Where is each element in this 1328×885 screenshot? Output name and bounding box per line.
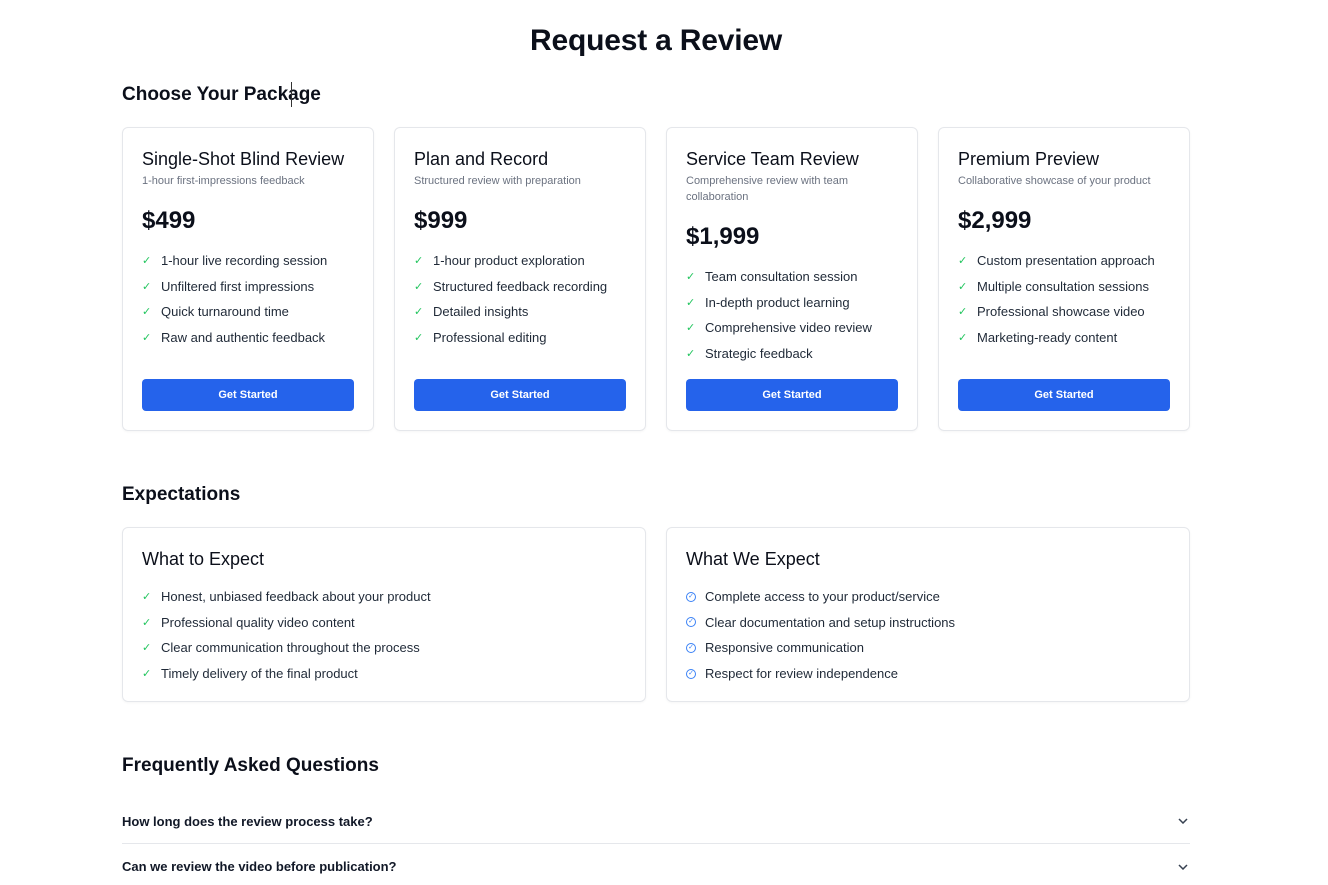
check-icon: ✓ bbox=[142, 591, 152, 604]
check-icon: ✓ bbox=[142, 642, 152, 655]
check-icon: ✓ bbox=[142, 306, 152, 319]
feature-list: ✓ Custom presentation approach ✓ Multiple … bbox=[958, 248, 1170, 350]
chevron-down-icon[interactable] bbox=[1178, 815, 1188, 827]
chevron-down-icon[interactable] bbox=[1178, 861, 1188, 873]
feature-list: ✓ 1-hour live recording session ✓ Unfilter… bbox=[142, 248, 354, 350]
expect-item: ✓ Timely delivery of the final product bbox=[142, 666, 358, 682]
package-price: $2,999 bbox=[958, 207, 1032, 234]
check-icon: ✓ bbox=[414, 280, 424, 293]
circle-check-icon: ✓ bbox=[686, 617, 705, 628]
feature-list: ✓ 1-hour product exploration ✓ Structured … bbox=[414, 248, 626, 350]
package-subtitle: Structured review with preparation bbox=[414, 175, 581, 187]
feature-item: ✓ Structured feedback recording bbox=[414, 278, 608, 294]
package-price: $499 bbox=[142, 207, 196, 234]
check-icon: ✓ bbox=[142, 668, 152, 681]
feature-list: ✓ Team consultation session ✓ In-depth pro… bbox=[686, 264, 898, 366]
requirement-item: ✓ Complete access to your product/service bbox=[686, 584, 1170, 610]
package-card-single-shot: Single-Shot Blind Review 1-hour first-im… bbox=[122, 127, 374, 431]
feature-item: ✓ Custom presentation approach bbox=[958, 253, 1155, 269]
feature-item: ✓ Professional showcase video bbox=[958, 304, 1145, 320]
feature-item: ✓ Raw and authentic feedback bbox=[142, 330, 326, 346]
check-icon: ✓ bbox=[414, 255, 424, 268]
feature-item: ✓ Detailed insights bbox=[414, 304, 529, 320]
package-cards: Single-Shot Blind Review 1-hour first-im… bbox=[122, 127, 1190, 431]
package-subtitle: Comprehensive review with team collabora… bbox=[686, 175, 849, 203]
check-icon: ✓ bbox=[958, 255, 968, 268]
feature-item: ✓ 1-hour product exploration bbox=[414, 253, 585, 269]
page-title: Request a Review bbox=[530, 24, 782, 57]
check-icon: ✓ bbox=[414, 332, 424, 345]
feature-item: ✓ 1-hour live recording session bbox=[142, 253, 328, 269]
get-started-button[interactable]: Get Started bbox=[414, 379, 626, 411]
check-icon: ✓ bbox=[958, 306, 968, 319]
check-icon: ✓ bbox=[686, 322, 696, 335]
package-name: Service Team Review bbox=[686, 149, 859, 169]
package-subtitle: Collaborative showcase of your product bbox=[958, 175, 1151, 187]
check-icon: ✓ bbox=[686, 296, 696, 309]
circle-check-icon: ✓ bbox=[686, 642, 705, 653]
get-started-button[interactable]: Get Started bbox=[142, 379, 354, 411]
feature-item: ✓ Team consultation session bbox=[686, 269, 858, 285]
feature-item: ✓ Marketing-ready content bbox=[958, 330, 1118, 346]
requirement-item: ✓ Responsive communication bbox=[686, 635, 1170, 661]
check-icon: ✓ bbox=[142, 255, 152, 268]
what-to-expect-card: What to Expect ✓ Honest, unbiased feedbac… bbox=[122, 527, 646, 702]
package-price: $1,999 bbox=[686, 223, 760, 250]
feature-item: ✓ Quick turnaround time bbox=[142, 304, 289, 320]
check-icon: ✓ bbox=[686, 271, 696, 284]
check-icon: ✓ bbox=[958, 332, 968, 345]
package-name: Premium Preview bbox=[958, 149, 1100, 169]
feature-item: ✓ In-depth product learning bbox=[686, 294, 850, 310]
package-subtitle: 1-hour first-impressions feedback bbox=[142, 175, 305, 187]
get-started-button[interactable]: Get Started bbox=[686, 379, 898, 411]
text-cursor bbox=[291, 82, 292, 107]
check-icon: ✓ bbox=[686, 348, 696, 361]
package-name: Plan and Record bbox=[414, 149, 549, 169]
what-we-expect-card: What We Expect ✓ Complete access to your … bbox=[666, 527, 1190, 702]
circle-check-icon: ✓ bbox=[686, 591, 705, 602]
requirement-item: ✓ Clear documentation and setup instructi… bbox=[686, 610, 1170, 636]
package-name: Single-Shot Blind Review bbox=[142, 149, 345, 169]
expect-item: ✓ Honest, unbiased feedback about your pr… bbox=[142, 589, 431, 605]
expectations-section-title: Expectations bbox=[122, 484, 241, 505]
circle-check-icon: ✓ bbox=[686, 668, 705, 679]
package-card-premium-preview: Premium Preview Collaborative showcase o… bbox=[938, 127, 1190, 431]
package-price: $999 bbox=[414, 207, 468, 234]
expect-item: ✓ Professional quality video content bbox=[142, 614, 355, 630]
feature-item: ✓ Professional editing bbox=[414, 330, 547, 346]
expect-list: ✓ Honest, unbiased feedback about your pr… bbox=[142, 584, 626, 686]
check-icon: ✓ bbox=[414, 306, 424, 319]
faq-question: How long does the review process take? bbox=[122, 813, 373, 829]
check-icon: ✓ bbox=[958, 280, 968, 293]
feature-item: ✓ Comprehensive video review bbox=[686, 320, 872, 336]
requirement-item: ✓ Respect for review independence bbox=[686, 661, 1170, 687]
feature-item: ✓ Strategic feedback bbox=[686, 346, 813, 362]
what-to-expect-title: What to Expect bbox=[142, 549, 265, 569]
check-icon: ✓ bbox=[142, 280, 152, 293]
check-icon: ✓ bbox=[142, 616, 152, 629]
package-card-plan-and-record: Plan and Record Structured review with p… bbox=[394, 127, 646, 431]
requirement-list: ✓ Complete access to your product/service… bbox=[686, 584, 1170, 686]
get-started-button[interactable]: Get Started bbox=[958, 379, 1170, 411]
faq-list: How long does the review process take? C… bbox=[122, 799, 1190, 885]
feature-item: ✓ Multiple consultation sessions bbox=[958, 278, 1149, 294]
faq-section-title: Frequently Asked Questions bbox=[122, 755, 379, 776]
faq-item[interactable]: Can we review the video before publicati… bbox=[122, 844, 1190, 885]
check-icon: ✓ bbox=[142, 332, 152, 345]
what-we-expect-title: What We Expect bbox=[686, 549, 820, 569]
faq-question: Can we review the video before publicati… bbox=[122, 859, 397, 874]
feature-item: ✓ Unfiltered first impressions bbox=[142, 278, 315, 294]
expectation-cards: What to Expect ✓ Honest, unbiased feedbac… bbox=[122, 527, 1190, 702]
package-card-service-team: Service Team Review Comprehensive review… bbox=[666, 127, 918, 431]
expect-item: ✓ Clear communication throughout the proc… bbox=[142, 640, 420, 656]
faq-item[interactable]: How long does the review process take? bbox=[122, 799, 1190, 844]
